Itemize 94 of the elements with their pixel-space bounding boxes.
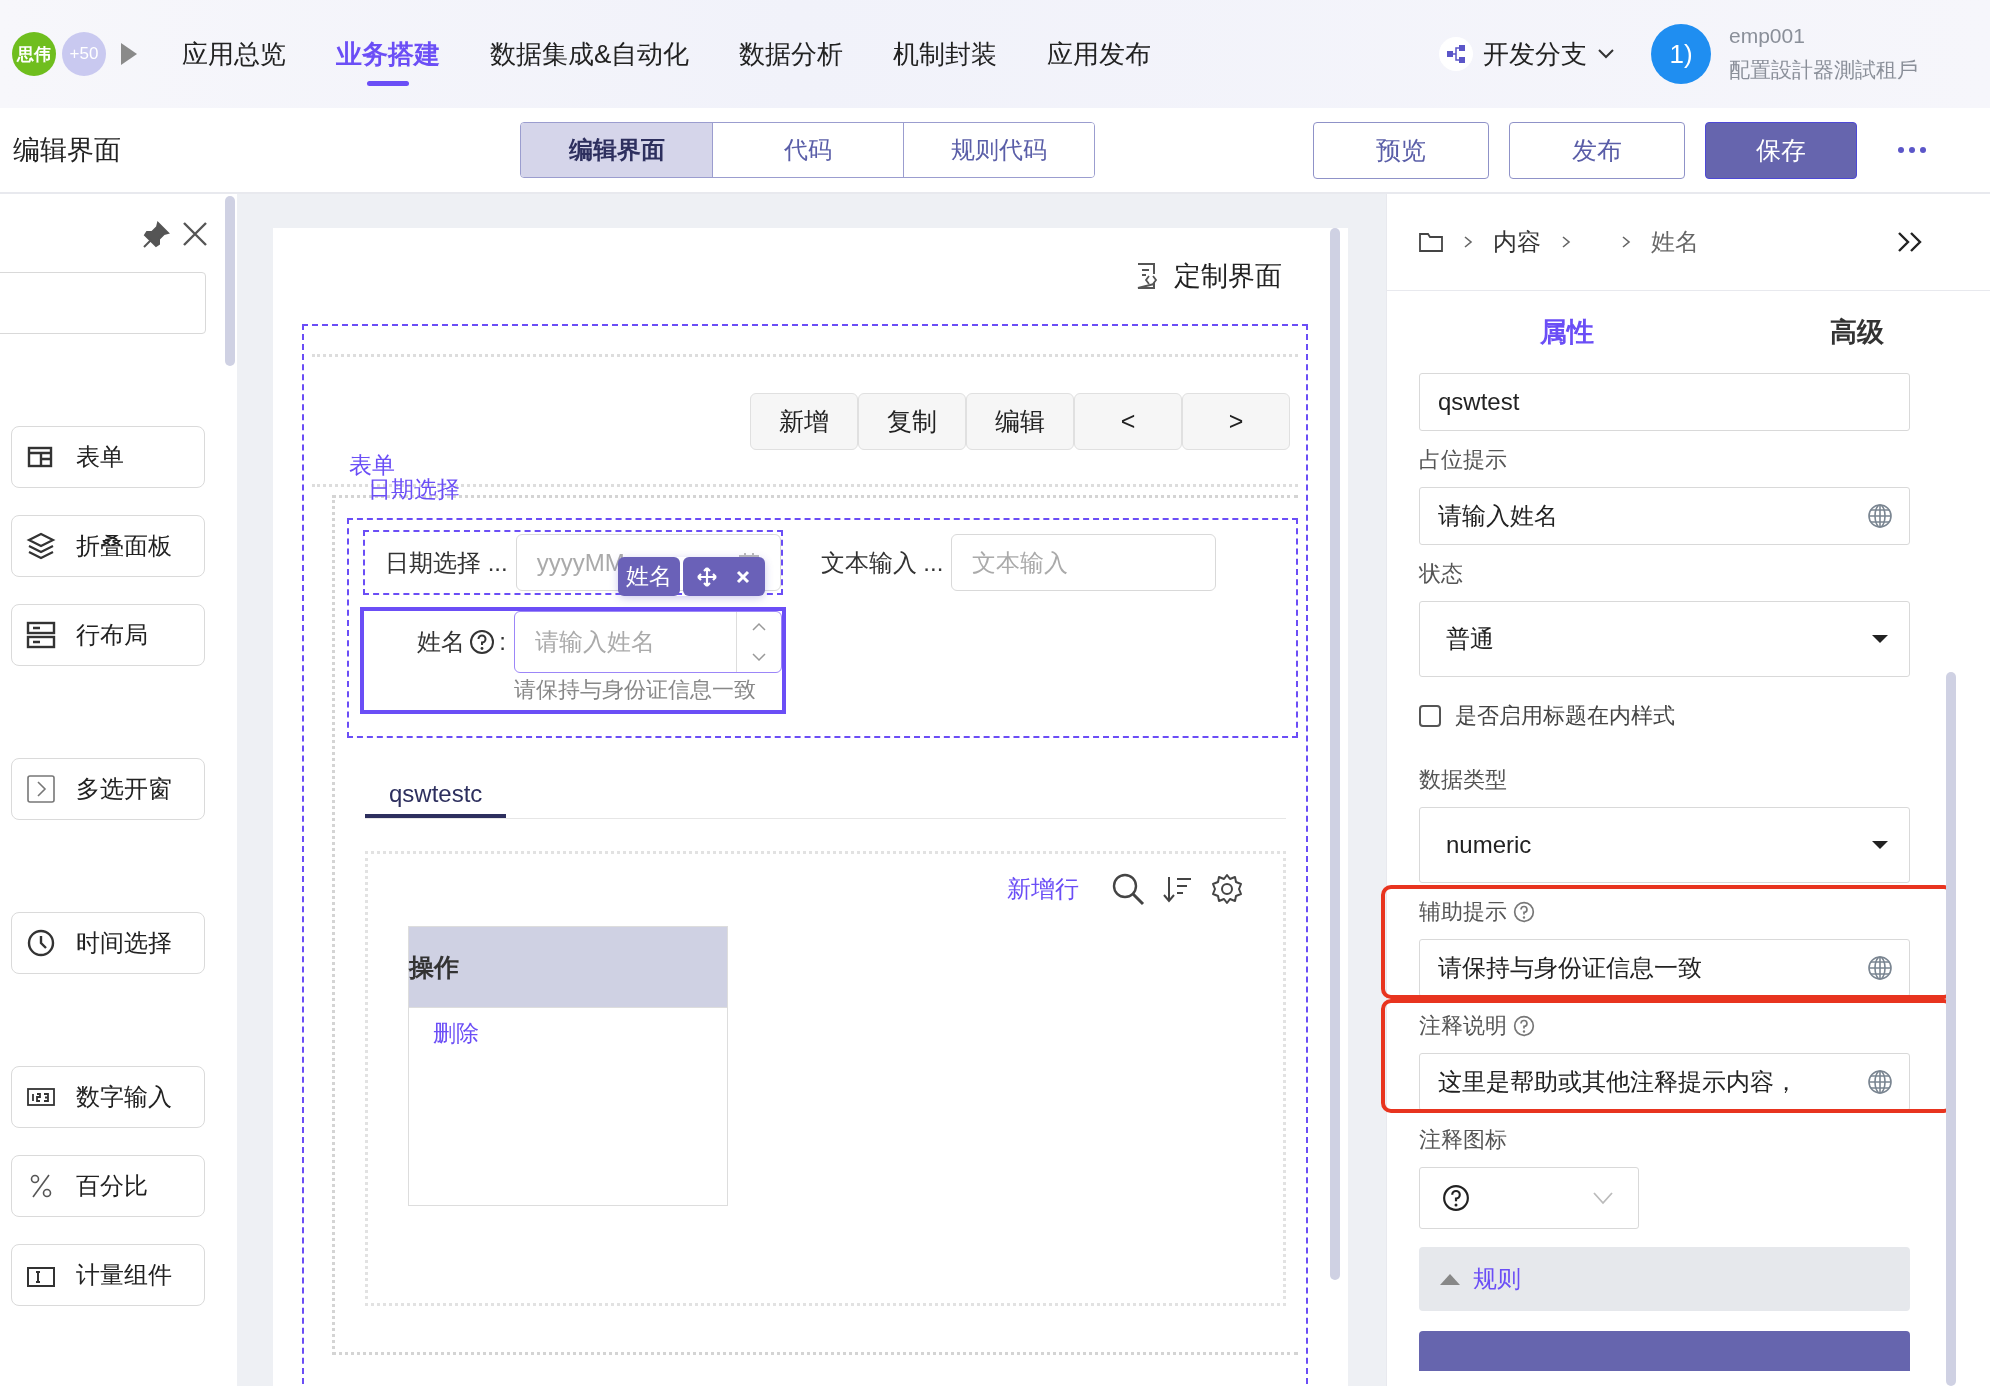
component-item[interactable]: 行布局: [11, 604, 205, 666]
delete-link[interactable]: 删除: [433, 1020, 479, 1046]
action-button[interactable]: >: [1182, 393, 1290, 450]
label-colon: :: [499, 628, 506, 656]
caret-down-icon: [1871, 840, 1889, 850]
toolbar-button[interactable]: 发布: [1509, 121, 1685, 179]
user-name: emp001: [1729, 24, 1806, 48]
settings-icon[interactable]: [1211, 873, 1243, 905]
checkbox[interactable]: [1419, 705, 1441, 727]
component-item[interactable]: 多选开窗: [11, 758, 205, 820]
icon-select-field[interactable]: [1419, 1167, 1639, 1229]
search-icon[interactable]: [1111, 872, 1145, 906]
field-label: 状态: [1419, 560, 1463, 588]
chevron-down-icon: [1592, 1191, 1614, 1205]
move-icon[interactable]: [697, 566, 717, 587]
action-button[interactable]: 编辑: [966, 393, 1074, 450]
globe-icon[interactable]: [1867, 1069, 1893, 1095]
field-label: 注释图标: [1419, 1126, 1507, 1154]
help-icon: [1442, 1184, 1470, 1212]
branch-selector[interactable]: 开发分支: [1439, 36, 1615, 72]
form-title: 表单: [349, 454, 395, 477]
close-icon[interactable]: [735, 568, 751, 585]
help-icon[interactable]: [469, 629, 496, 655]
close-icon[interactable]: [181, 220, 209, 248]
select-field[interactable]: numeric: [1419, 807, 1910, 883]
component-collapse-icon: [26, 531, 56, 561]
nav-menu-item[interactable]: 应用总览: [182, 22, 286, 86]
component-item[interactable]: 计量组件: [11, 1244, 205, 1306]
nav-menu-item[interactable]: 业务搭建: [336, 22, 440, 86]
nav-menu-item[interactable]: 应用发布: [1047, 22, 1152, 86]
field-label: 注释说明: [1419, 1012, 1507, 1040]
column-header: 操作: [409, 951, 459, 983]
input-field[interactable]: 请输入姓名: [1419, 487, 1910, 545]
subtable-tab[interactable]: qswtestc: [365, 780, 507, 818]
component-rows-icon: [26, 620, 56, 650]
branch-icon: [1439, 37, 1473, 71]
toolbar-button[interactable]: 预览: [1313, 121, 1489, 179]
scrollbar[interactable]: [225, 196, 235, 366]
selected-field-frame[interactable]: 姓名 : 请输入姓名 请保持与身份证信息一致: [360, 607, 786, 714]
nav-menu-item[interactable]: 数据集成&自动化: [490, 22, 690, 86]
properties-tab[interactable]: 属性: [1437, 314, 1697, 350]
component-item[interactable]: 时间选择: [11, 912, 205, 974]
action-button[interactable]: 复制: [858, 393, 966, 450]
action-button[interactable]: <: [1074, 393, 1182, 450]
component-dialog-icon: [26, 774, 56, 804]
view-tab[interactable]: 规则代码: [903, 123, 1094, 177]
field-label: 日期选择 ...: [385, 547, 508, 578]
scrollbar[interactable]: [1946, 672, 1956, 1386]
chevron-up-icon[interactable]: [751, 622, 767, 632]
field-label: 姓名: [417, 627, 466, 657]
view-tab[interactable]: 编辑界面: [521, 123, 712, 177]
breadcrumb-item: 姓名: [1651, 227, 1699, 257]
pin-icon[interactable]: [141, 220, 171, 250]
rules-section-header[interactable]: 规则: [1419, 1247, 1910, 1311]
play-icon[interactable]: [120, 42, 138, 66]
tenant-name: 配置設計器測試租戶: [1729, 57, 1918, 83]
chevron-right-icon: [1463, 235, 1473, 249]
checkbox-label: 是否启用标题在内样式: [1455, 702, 1675, 730]
sort-icon[interactable]: [1163, 875, 1193, 903]
component-item[interactable]: 折叠面板: [11, 515, 205, 577]
chevron-right-icon: [1621, 235, 1631, 249]
globe-icon[interactable]: [1867, 955, 1893, 981]
component-item[interactable]: 百分比: [11, 1155, 205, 1217]
custom-page-button[interactable]: 定制界面: [302, 228, 1308, 324]
breadcrumb-item[interactable]: 内容: [1493, 226, 1541, 258]
page-title: 编辑界面: [13, 134, 122, 167]
search-field[interactable]: [0, 272, 206, 334]
component-item[interactable]: 表单: [11, 426, 205, 488]
more-icon[interactable]: [1897, 146, 1927, 154]
component-time-icon: [26, 928, 56, 958]
field-label: 占位提示: [1419, 446, 1507, 474]
action-button[interactable]: 新增: [750, 393, 858, 450]
properties-tab[interactable]: 高级: [1727, 314, 1987, 350]
component-item[interactable]: 数字输入: [11, 1066, 205, 1128]
field-label: 文本输入 ...: [820, 547, 944, 578]
folder-icon[interactable]: [1419, 232, 1443, 252]
nav-menu-item[interactable]: 数据分析: [739, 22, 844, 86]
add-row-link[interactable]: 新增行: [1007, 873, 1079, 905]
globe-icon[interactable]: [1867, 503, 1893, 529]
input-field[interactable]: qswtest: [1419, 373, 1910, 431]
chevron-right-icon: [1561, 235, 1571, 249]
chevron-down-icon: [1597, 48, 1615, 60]
group-title: 日期选择: [368, 478, 460, 501]
select-field[interactable]: 普通: [1419, 601, 1910, 677]
toolbar-button[interactable]: 保存: [1705, 121, 1857, 179]
caret-down-icon: [1871, 634, 1889, 644]
chevron-down-icon[interactable]: [751, 652, 767, 662]
field-label: 数据类型: [1419, 766, 1507, 794]
field-label: 辅助提示: [1419, 898, 1507, 926]
nav-menu-item[interactable]: 机制封装: [893, 22, 998, 86]
input-field[interactable]: 请保持与身份证信息一致: [1419, 939, 1910, 997]
input-field[interactable]: 这里是帮助或其他注释提示内容，: [1419, 1053, 1910, 1111]
scrollbar[interactable]: [1330, 228, 1340, 1280]
helper-text: 请保持与身份证信息一致: [514, 676, 757, 704]
